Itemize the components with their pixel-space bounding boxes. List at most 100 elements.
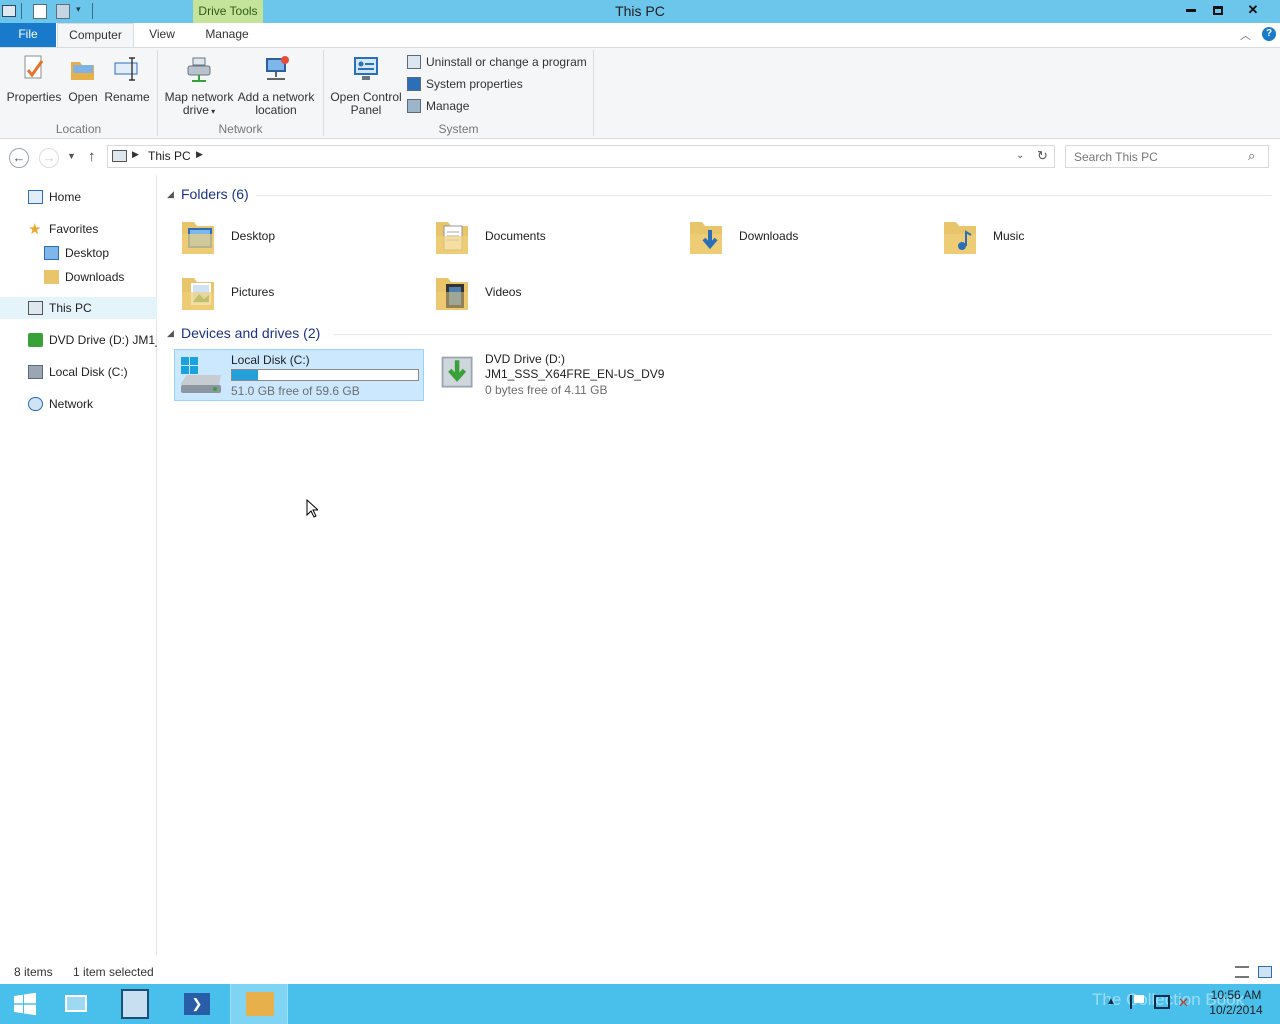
recent-locations-chevron-icon[interactable]: ▼: [67, 151, 76, 161]
tab-manage[interactable]: Manage: [192, 23, 262, 47]
taskbar-powershell-button[interactable]: ❯: [169, 984, 225, 1024]
tab-computer[interactable]: Computer: [57, 23, 134, 47]
ribbon-tab-row: File Computer View Manage ︿ ?: [0, 23, 1280, 47]
volume-muted-icon[interactable]: ✕: [1178, 995, 1189, 1011]
ribbon: Properties Open Rename Location Map netw…: [0, 47, 1280, 139]
nav-item-home[interactable]: Home: [0, 186, 157, 208]
nav-item-favorites[interactable]: ★ Favorites: [0, 218, 157, 240]
network-group-label: Network: [218, 122, 263, 136]
nav-item-favorites-desktop[interactable]: Desktop: [0, 242, 157, 264]
nav-item-label: Favorites: [49, 222, 99, 236]
nav-item-local-disk[interactable]: Local Disk (C:): [0, 361, 157, 383]
forward-arrow-icon: →: [42, 150, 56, 165]
manage-button[interactable]: Manage: [407, 98, 469, 116]
help-icon[interactable]: ?: [1262, 27, 1276, 41]
address-dropdown-icon[interactable]: ⌄: [1016, 150, 1024, 161]
collapse-drives-icon[interactable]: ◢: [167, 328, 174, 339]
drive-dvd-d[interactable]: DVD Drive (D:) JM1_SSS_X64FRE_EN-US_DV9 …: [430, 349, 680, 401]
forward-button[interactable]: →: [39, 148, 59, 168]
folder-documents[interactable]: Documents: [430, 212, 670, 260]
local-disk-icon: [28, 365, 43, 379]
tab-file[interactable]: File: [0, 23, 56, 47]
properties-button[interactable]: Properties: [6, 54, 62, 104]
address-toolbar: ← → ▼ ↑ ▶ This PC ▶ ⌄ ↻ ⌕: [0, 139, 1280, 175]
action-center-flag-icon[interactable]: [1130, 995, 1144, 1009]
nav-item-label: Home: [49, 190, 82, 204]
close-icon: ✕: [1247, 2, 1259, 17]
navigation-pane: Home ★ Favorites Desktop Downloads This …: [0, 175, 157, 955]
taskbar: ❯ The Collection Book ▲ ✕ 10:56 AM 10/2/…: [0, 984, 1280, 1024]
uninstall-label: Uninstall or change a program: [426, 55, 587, 69]
desktop-folder-icon: [182, 222, 214, 254]
breadcrumb-chevron-icon[interactable]: ▶: [132, 149, 139, 160]
address-bar[interactable]: ▶ This PC ▶ ⌄ ↻: [107, 145, 1055, 168]
videos-folder-icon: [436, 278, 468, 310]
up-button[interactable]: ↑: [88, 148, 96, 165]
system-group-label: System: [438, 122, 479, 136]
refresh-icon[interactable]: ↻: [1037, 148, 1048, 164]
folder-music[interactable]: Music: [938, 212, 1178, 260]
large-icons-view-icon[interactable]: [1258, 966, 1272, 978]
folders-group-header[interactable]: Folders (6): [181, 186, 249, 202]
music-folder-icon: [944, 222, 976, 254]
control-panel-icon: [354, 57, 378, 80]
taskbar-explorer-window-button[interactable]: [230, 984, 288, 1024]
drive-usage-fill: [232, 370, 259, 380]
tab-view[interactable]: View: [140, 23, 184, 47]
network-location-icon: [266, 56, 289, 80]
search-box[interactable]: ⌕: [1065, 145, 1269, 168]
show-hidden-icons-icon[interactable]: ▲: [1106, 996, 1116, 1007]
add-network-location-button[interactable]: Add a network location: [237, 54, 315, 117]
search-input[interactable]: [1068, 147, 1238, 166]
nav-item-this-pc[interactable]: This PC: [0, 297, 157, 319]
start-button[interactable]: [0, 984, 56, 1024]
dvd-drive-icon: [441, 356, 473, 388]
system-clock[interactable]: 10:56 AM 10/2/2014: [1200, 988, 1272, 1018]
folder-videos[interactable]: Videos: [430, 268, 670, 316]
details-view-icon[interactable]: [1235, 966, 1249, 978]
back-button[interactable]: ←: [9, 148, 29, 168]
folder-downloads[interactable]: Downloads: [684, 212, 924, 260]
rename-icon: [114, 57, 138, 81]
taskbar-file-explorer-button[interactable]: [49, 984, 105, 1024]
nav-item-label: Downloads: [65, 270, 125, 284]
documents-folder-icon: [436, 222, 468, 254]
system-properties-button[interactable]: System properties: [407, 76, 523, 94]
minimize-icon: [1186, 9, 1196, 13]
open-control-panel-label-2: Panel: [350, 103, 382, 117]
nav-item-favorites-downloads[interactable]: Downloads: [0, 266, 157, 288]
nav-item-dvd-drive[interactable]: DVD Drive (D:) JM1_SSS_X64FRE_EN-US_DV9: [0, 329, 157, 351]
nav-item-network[interactable]: Network: [0, 393, 157, 415]
drives-group-header[interactable]: Devices and drives (2): [181, 325, 320, 341]
open-control-panel-button[interactable]: Open Control Panel: [328, 54, 404, 117]
folder-label: Documents: [485, 229, 546, 243]
taskbar-server-manager-button[interactable]: [108, 984, 164, 1024]
status-bar: 8 items 1 item selected: [0, 962, 1280, 984]
uninstall-icon: [407, 55, 421, 69]
this-pc-icon: [28, 301, 43, 315]
drive-free-space: 51.0 GB free of 59.6 GB: [231, 384, 360, 398]
close-button[interactable]: ✕: [1230, 0, 1276, 20]
title-bar: ▾ Drive Tools This PC ✕: [0, 0, 1280, 23]
system-properties-icon: [407, 77, 421, 91]
open-icon: [71, 62, 94, 80]
collapse-folders-icon[interactable]: ◢: [167, 189, 174, 200]
nav-item-label: DVD Drive (D:) JM1_SSS_X64FRE_EN-US_DV9: [49, 333, 157, 347]
minimize-button[interactable]: [1177, 0, 1205, 20]
map-network-drive-button[interactable]: Map network drive ▾: [162, 54, 236, 118]
breadcrumb-chevron-icon[interactable]: ▶: [196, 149, 203, 160]
collapse-ribbon-icon[interactable]: ︿: [1240, 27, 1251, 43]
downloads-folder-icon: [44, 270, 59, 284]
rename-button[interactable]: Rename: [104, 54, 150, 104]
local-disk-icon: [181, 357, 221, 393]
downloads-folder-icon: [690, 222, 722, 254]
folder-desktop[interactable]: Desktop: [176, 212, 416, 260]
uninstall-program-button[interactable]: Uninstall or change a program: [407, 54, 587, 72]
network-tray-icon[interactable]: [1154, 995, 1170, 1009]
breadcrumb-this-pc[interactable]: This PC: [148, 149, 191, 163]
folder-pictures[interactable]: Pictures: [176, 268, 416, 316]
desktop-icon: [44, 246, 59, 260]
open-button[interactable]: Open: [64, 54, 102, 104]
drive-local-disk-c[interactable]: Local Disk (C:) 51.0 GB free of 59.6 GB: [174, 349, 424, 401]
restore-button[interactable]: [1204, 0, 1232, 20]
